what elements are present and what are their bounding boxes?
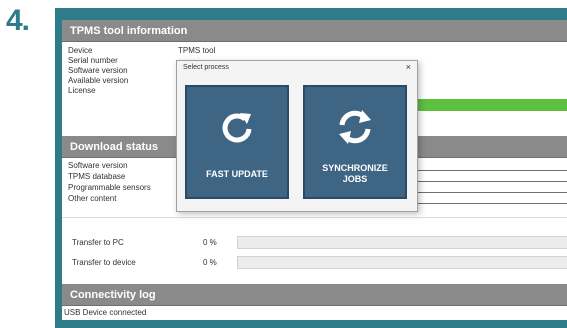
synchronize-jobs-label-line2: JOBS bbox=[342, 174, 368, 184]
fast-update-label: FAST UPDATE bbox=[206, 169, 268, 179]
app-window: TPMS tool information Device TPMS tool S… bbox=[62, 20, 567, 320]
transfer-to-device-progress bbox=[237, 256, 567, 269]
connectivity-log-header: Connectivity log bbox=[62, 284, 567, 306]
refresh-icon bbox=[187, 105, 287, 154]
license-label: License bbox=[68, 86, 96, 95]
device-value: TPMS tool bbox=[178, 46, 216, 55]
transfer-to-pc-percent: 0 % bbox=[203, 238, 217, 247]
software-version-label: Software version bbox=[68, 66, 128, 75]
dialog-title: Select process bbox=[183, 64, 229, 71]
download-tpms-database-label: TPMS database bbox=[68, 172, 126, 181]
connectivity-log-entry: USB Device connected bbox=[64, 308, 147, 317]
synchronize-jobs-button[interactable]: SYNCHRONIZE JOBS bbox=[303, 85, 407, 199]
download-programmable-sensors-label: Programmable sensors bbox=[68, 183, 151, 192]
device-label: Device bbox=[68, 46, 93, 55]
fast-update-button[interactable]: FAST UPDATE bbox=[185, 85, 289, 199]
sync-icon bbox=[305, 105, 405, 154]
download-software-version-label: Software version bbox=[68, 161, 128, 170]
tool-info-header: TPMS tool information bbox=[62, 20, 567, 42]
step-number: 4. bbox=[6, 4, 30, 37]
download-other-content-label: Other content bbox=[68, 194, 117, 203]
synchronize-jobs-label-line1: SYNCHRONIZE bbox=[322, 163, 388, 173]
section-divider bbox=[62, 217, 567, 218]
transfer-to-device-label: Transfer to device bbox=[72, 258, 136, 267]
transfer-to-pc-progress bbox=[237, 236, 567, 249]
license-status-bar bbox=[412, 99, 567, 111]
serial-number-label: Serial number bbox=[68, 56, 118, 65]
available-version-label: Available version bbox=[68, 76, 129, 85]
transfer-to-device-percent: 0 % bbox=[203, 258, 217, 267]
close-icon[interactable]: × bbox=[406, 62, 411, 72]
select-process-dialog: Select process × FAST UPDATE SYNCHRONIZE… bbox=[176, 60, 418, 212]
transfer-to-pc-label: Transfer to PC bbox=[72, 238, 124, 247]
